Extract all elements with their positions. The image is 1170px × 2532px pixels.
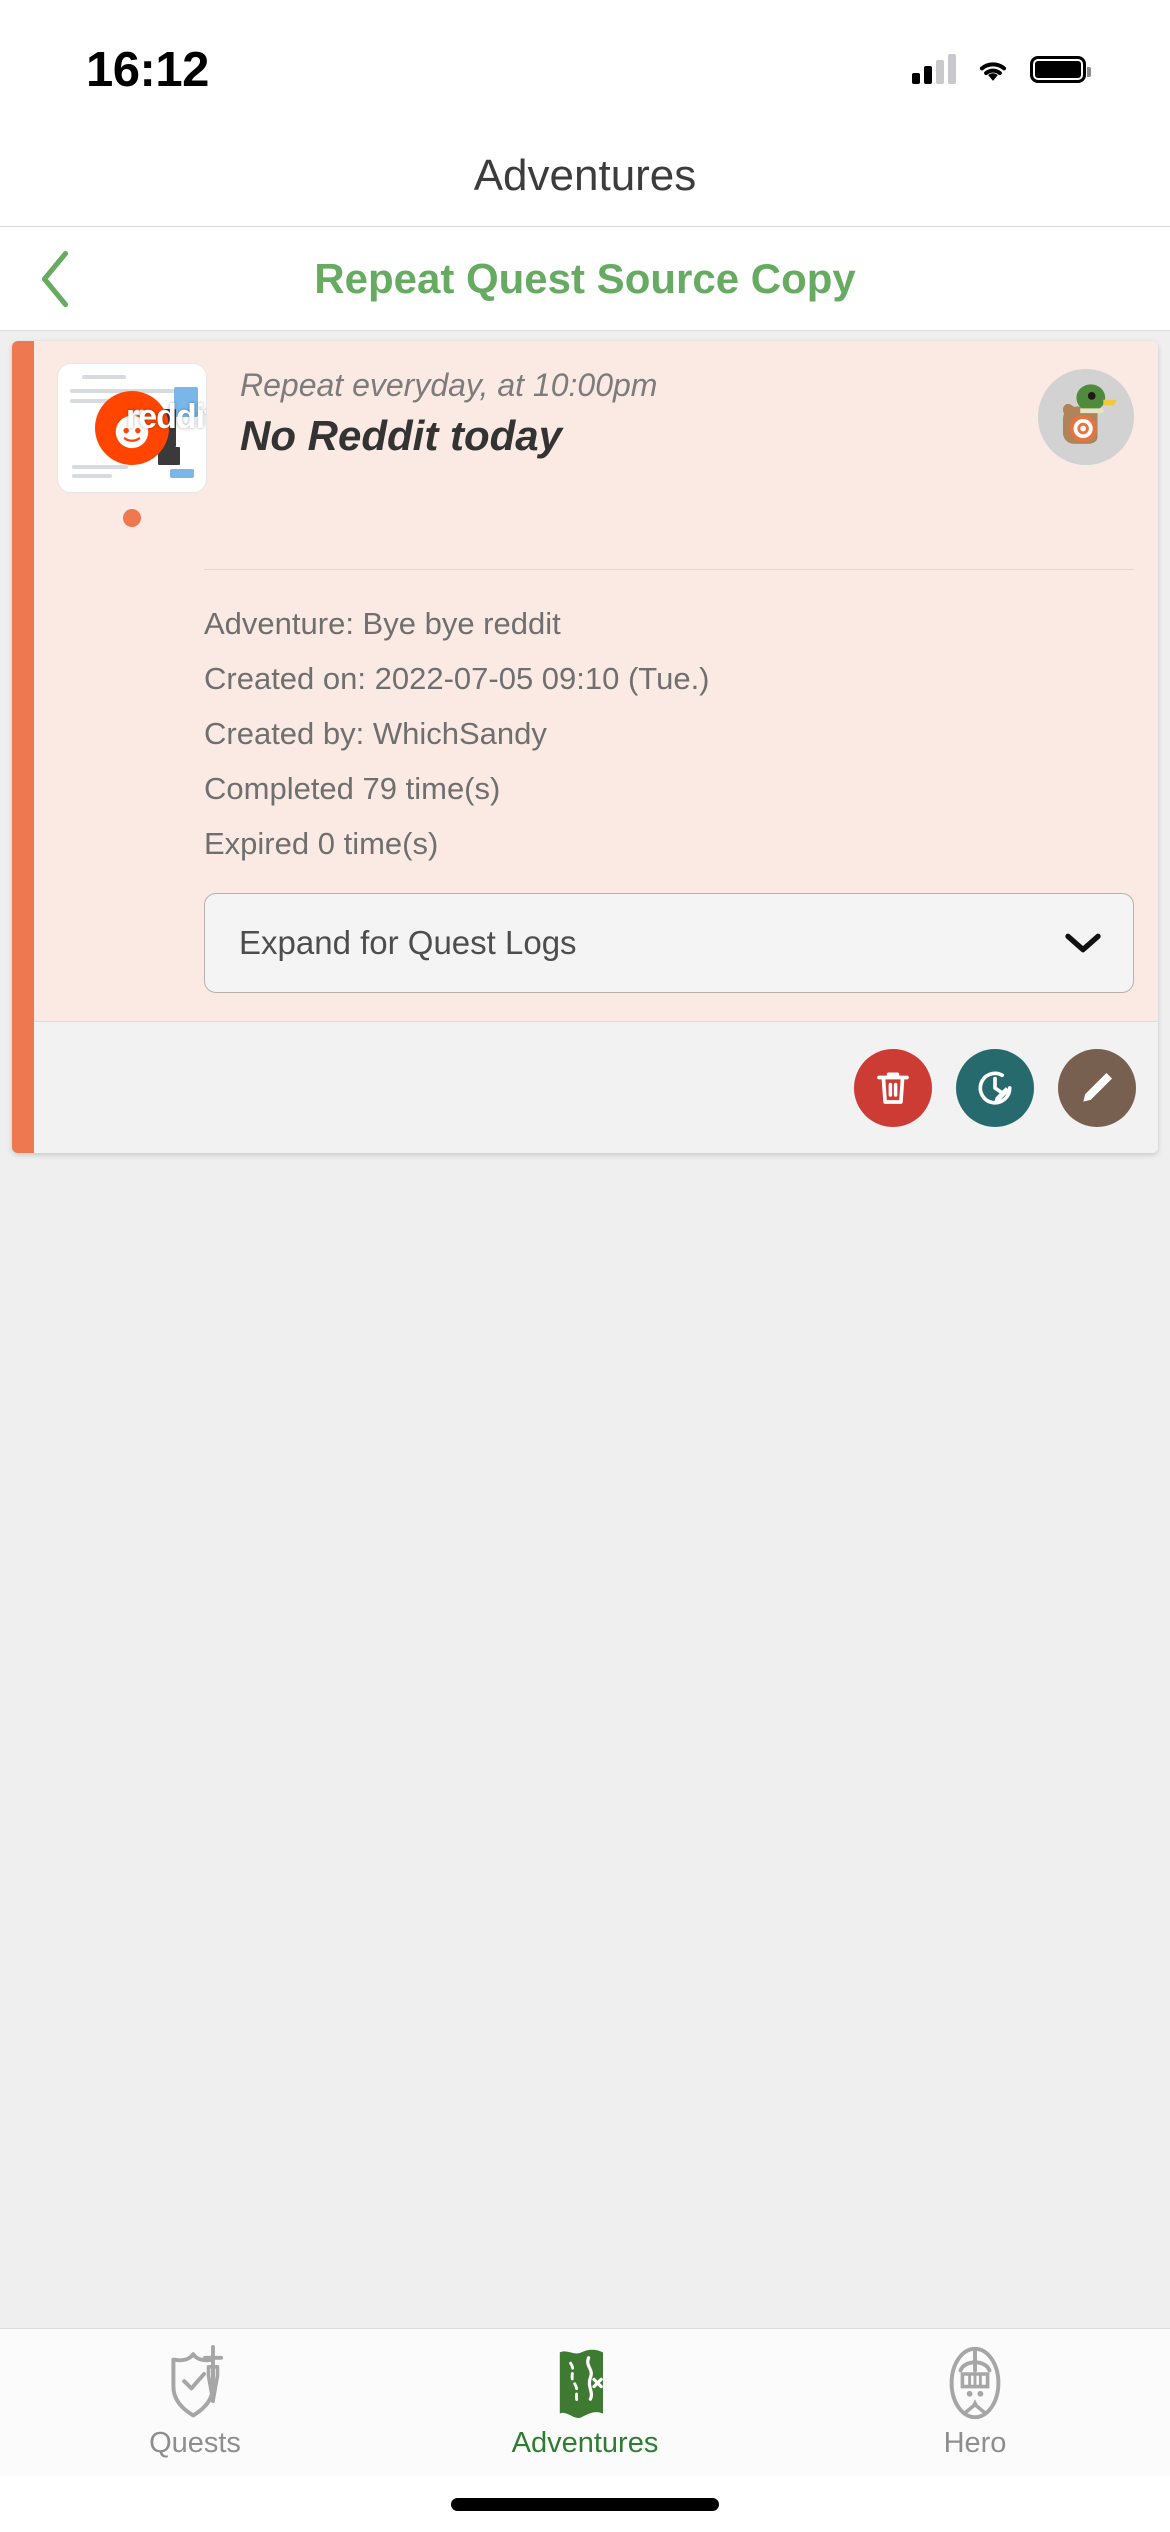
duck-avatar-icon[interactable] xyxy=(1038,369,1134,465)
status-bar-indicators xyxy=(912,54,1091,84)
quest-card-actions xyxy=(34,1021,1158,1153)
detail-expired-count: Expired 0 time(s) xyxy=(204,826,439,861)
quest-avatar-column xyxy=(994,363,1134,527)
quest-logs-dropdown[interactable]: Expand for Quest Logs xyxy=(204,893,1134,993)
content-scroll-area[interactable]: reddit Repeat everyday, at 10:00pm No Re… xyxy=(0,331,1170,2328)
chevron-left-icon xyxy=(41,250,69,307)
quest-logs-dropdown-label: Expand for Quest Logs xyxy=(239,924,577,961)
quest-repeat-schedule: Repeat everyday, at 10:00pm xyxy=(240,367,658,403)
back-button[interactable] xyxy=(0,227,110,330)
chevron-down-icon xyxy=(1065,933,1101,953)
shield-sword-icon xyxy=(159,2345,231,2421)
tab-hero[interactable]: Hero xyxy=(780,2345,1170,2460)
reddit-wordmark: reddit xyxy=(126,398,207,436)
quest-title: No Reddit today xyxy=(240,412,562,459)
knight-helmet-icon xyxy=(939,2345,1011,2421)
tab-hero-label: Hero xyxy=(943,2427,1007,2459)
tab-quests-label: Quests xyxy=(149,2427,241,2459)
home-indicator[interactable] xyxy=(451,2497,719,2511)
pencil-icon xyxy=(1083,1072,1113,1102)
detail-completed-count: Completed 79 time(s) xyxy=(204,771,501,806)
quest-status-dot xyxy=(123,509,141,527)
cellular-signal-icon xyxy=(912,54,956,84)
quest-card-header: reddit Repeat everyday, at 10:00pm No Re… xyxy=(34,341,1158,527)
trash-icon xyxy=(877,1072,909,1104)
delete-button[interactable] xyxy=(854,1048,932,1127)
home-indicator-area xyxy=(0,2476,1170,2532)
quest-thumbnail-column: reddit xyxy=(56,363,208,527)
sub-header-title: Repeat Quest Source Copy xyxy=(314,254,856,302)
quest-card-body: reddit Repeat everyday, at 10:00pm No Re… xyxy=(34,341,1158,1153)
detail-adventure: Adventure: Bye bye reddit xyxy=(204,606,561,641)
reschedule-button[interactable] xyxy=(956,1048,1034,1127)
page-title: Adventures xyxy=(473,151,697,200)
quest-header-text: Repeat everyday, at 10:00pm No Reddit to… xyxy=(208,363,994,527)
quest-detail-list: Adventure: Bye bye reddit Created on: 20… xyxy=(34,570,1158,871)
status-bar: 16:12 xyxy=(0,0,1170,126)
navigation-bar: Adventures xyxy=(0,126,1170,226)
quest-thumbnail[interactable]: reddit xyxy=(57,363,207,493)
wifi-icon xyxy=(979,62,1007,81)
treasure-map-icon xyxy=(549,2345,621,2421)
detail-created-on: Created on: 2022-07-05 09:10 (Tue.) xyxy=(204,661,710,696)
status-bar-clock: 16:12 xyxy=(86,43,209,97)
phone-screen: 16:12 Adventures Repeat Quest Source Cop… xyxy=(0,0,1170,2532)
tab-adventures-label: Adventures xyxy=(511,2427,659,2459)
bottom-tab-bar: Quests Adventures Hero xyxy=(0,2328,1170,2476)
clock-edit-icon xyxy=(978,1071,1012,1105)
quest-card-accent-stripe xyxy=(12,341,34,1153)
tab-adventures[interactable]: Adventures xyxy=(390,2345,780,2460)
tab-quests[interactable]: Quests xyxy=(0,2345,390,2460)
detail-created-by: Created by: WhichSandy xyxy=(204,716,547,751)
quest-card[interactable]: reddit Repeat everyday, at 10:00pm No Re… xyxy=(12,341,1158,1153)
sub-header: Repeat Quest Source Copy xyxy=(0,226,1170,331)
battery-full-icon xyxy=(1030,55,1091,83)
edit-button[interactable] xyxy=(1058,1048,1136,1127)
